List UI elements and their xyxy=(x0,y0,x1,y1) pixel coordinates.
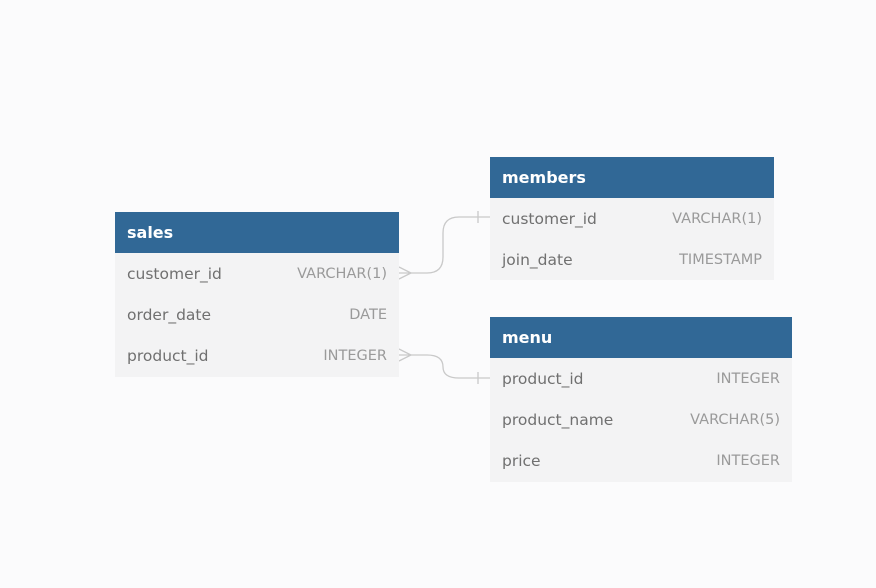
er-diagram-canvas: sales customer_id VARCHAR(1) order_date … xyxy=(0,0,876,588)
connector-line xyxy=(399,216,490,274)
column-row[interactable]: product_id INTEGER xyxy=(115,335,399,376)
table-members[interactable]: members customer_id VARCHAR(1) join_date… xyxy=(490,157,774,280)
column-name: product_id xyxy=(127,346,209,365)
column-name: join_date xyxy=(502,250,573,269)
column-row[interactable]: product_id INTEGER xyxy=(490,358,792,399)
column-type: INTEGER xyxy=(716,370,780,387)
column-row[interactable]: customer_id VARCHAR(1) xyxy=(490,198,774,239)
column-name: customer_id xyxy=(502,209,597,228)
column-type: VARCHAR(1) xyxy=(297,265,387,282)
column-name: order_date xyxy=(127,305,212,324)
table-menu[interactable]: menu product_id INTEGER product_name VAR… xyxy=(490,317,792,482)
column-row[interactable]: price INTEGER xyxy=(490,440,792,481)
column-type: DATE xyxy=(349,306,387,323)
column-name: customer_id xyxy=(127,264,222,283)
table-header-members[interactable]: members xyxy=(490,157,774,198)
table-header-sales[interactable]: sales xyxy=(115,212,399,253)
column-type: INTEGER xyxy=(323,347,387,364)
column-name: product_name xyxy=(502,410,614,429)
relationship-sales-menu[interactable] xyxy=(398,348,490,384)
relationship-sales-members[interactable] xyxy=(398,211,490,280)
connector-line xyxy=(399,354,490,379)
column-row[interactable]: customer_id VARCHAR(1) xyxy=(115,253,399,294)
table-header-menu[interactable]: menu xyxy=(490,317,792,358)
column-name: price xyxy=(502,451,541,470)
column-row[interactable]: order_date DATE xyxy=(115,294,399,335)
column-row[interactable]: product_name VARCHAR(5) xyxy=(490,399,792,440)
column-type: VARCHAR(1) xyxy=(672,210,762,227)
table-sales[interactable]: sales customer_id VARCHAR(1) order_date … xyxy=(115,212,399,377)
column-row[interactable]: join_date TIMESTAMP xyxy=(490,239,774,280)
column-type: VARCHAR(5) xyxy=(690,411,780,428)
column-type: TIMESTAMP xyxy=(679,251,762,268)
column-name: product_id xyxy=(502,369,584,388)
column-type: INTEGER xyxy=(716,452,780,469)
